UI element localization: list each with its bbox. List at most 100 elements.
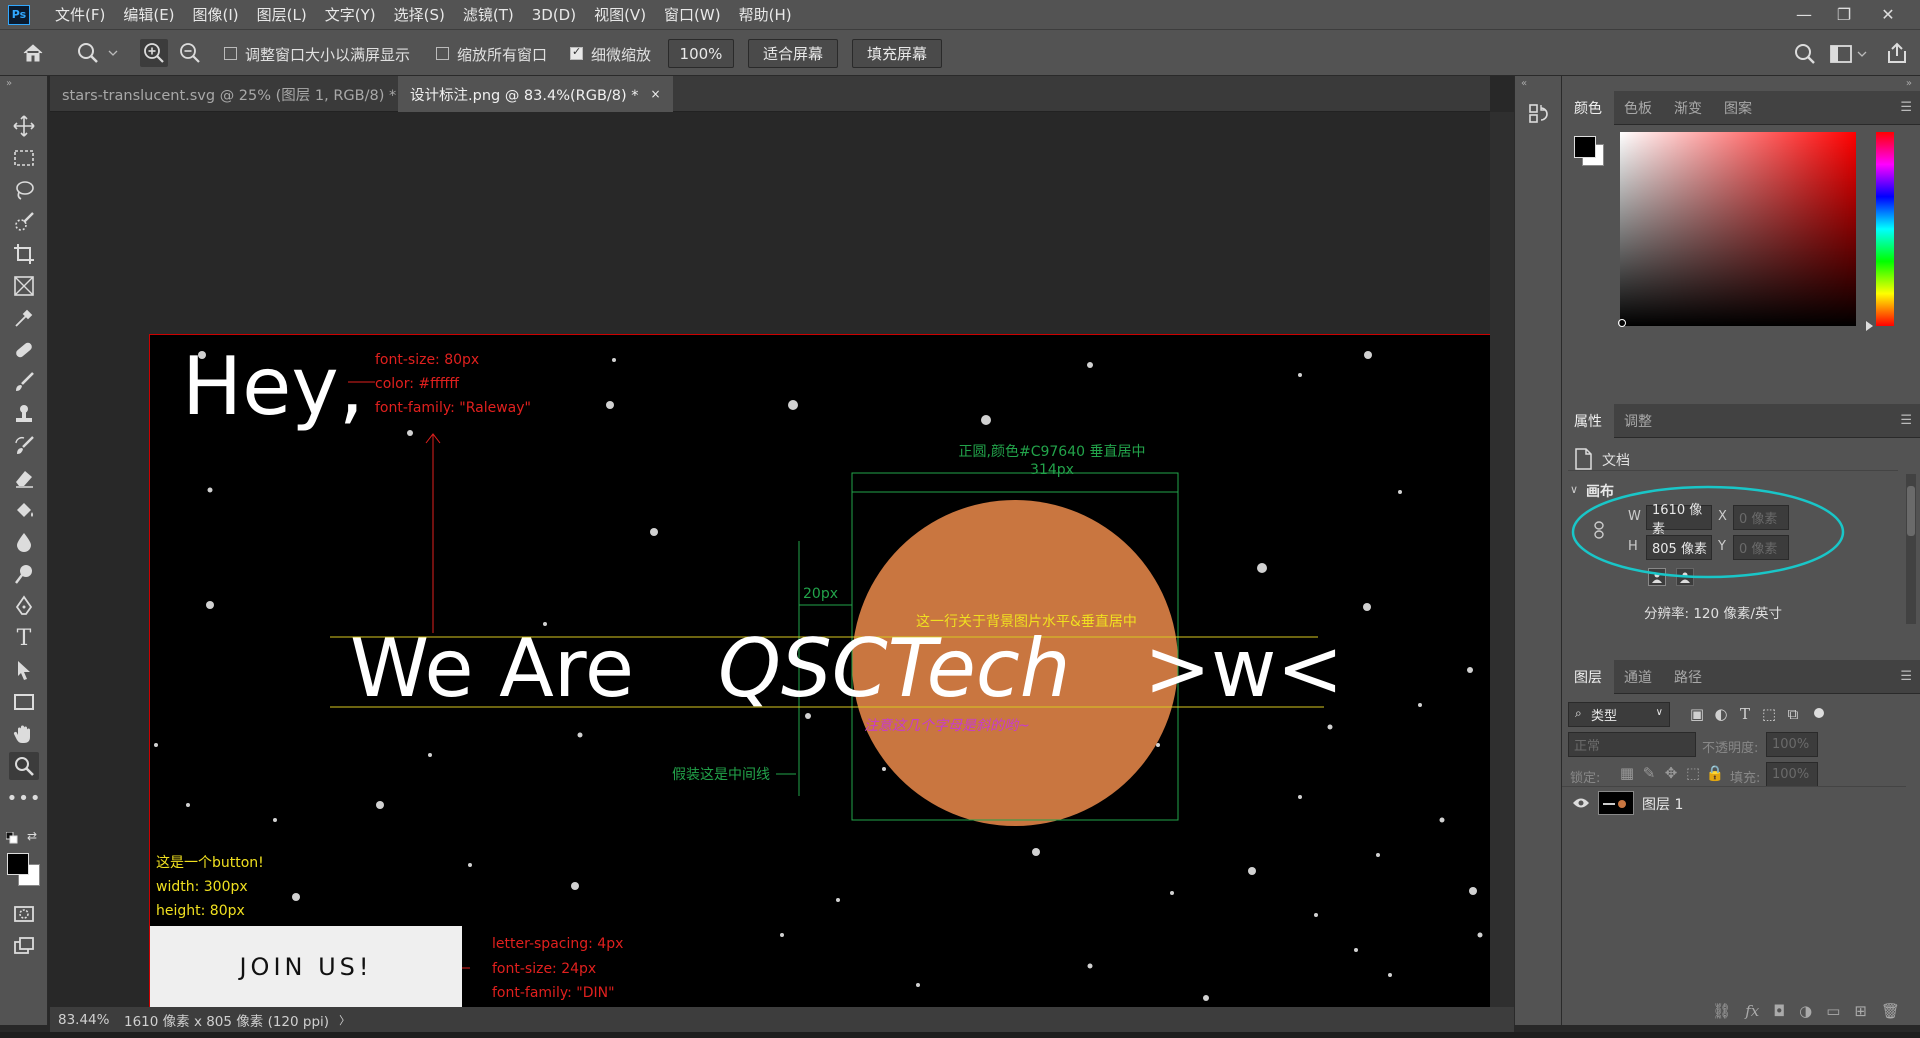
workspace-switcher-icon[interactable]: [1828, 41, 1868, 67]
layer-filter-select[interactable]: 类型 ⌕ ∨: [1568, 702, 1670, 727]
default-colors-icon[interactable]: [5, 830, 18, 844]
menu-file[interactable]: 文件(F): [46, 4, 114, 25]
layer-row[interactable]: 图层 1: [1562, 787, 1906, 819]
collapse-panels-icon[interactable]: »: [1906, 78, 1912, 89]
share-icon[interactable]: [1884, 40, 1910, 66]
menu-view[interactable]: 视图(V): [585, 4, 655, 25]
history-panel-icon[interactable]: [1527, 102, 1551, 126]
fill-field[interactable]: 100%: [1766, 762, 1818, 787]
zoom-all-checkbox[interactable]: [436, 47, 449, 60]
minimize-button[interactable]: —: [1784, 0, 1824, 29]
menu-layer[interactable]: 图层(L): [248, 4, 316, 25]
resize-windows-checkbox[interactable]: [224, 47, 237, 60]
blur-tool-icon[interactable]: [9, 528, 39, 556]
new-layer-icon[interactable]: ⊞: [1854, 1002, 1867, 1020]
tab-paths[interactable]: 路径: [1662, 660, 1714, 694]
design-canvas[interactable]: Hey, font-size: 80px color: #ffffff font…: [149, 334, 1495, 1008]
clone-stamp-tool-icon[interactable]: [9, 400, 39, 428]
restore-button[interactable]: ❐: [1824, 0, 1864, 29]
hand-tool-icon[interactable]: [9, 720, 39, 748]
close-tab-icon[interactable]: ×: [651, 87, 661, 101]
tab-layers[interactable]: 图层: [1562, 660, 1614, 694]
filter-type-icon[interactable]: T: [1736, 705, 1754, 723]
menu-3d[interactable]: 3D(D): [523, 6, 585, 24]
quick-mask-icon[interactable]: [9, 900, 39, 928]
blend-mode-select[interactable]: 正常: [1568, 732, 1696, 757]
fx-icon[interactable]: fx: [1745, 1002, 1759, 1020]
lock-image-icon[interactable]: ✎: [1640, 764, 1658, 782]
eye-icon[interactable]: [1572, 795, 1590, 811]
scrubby-zoom-checkbox[interactable]: [570, 45, 583, 60]
add-mask-icon[interactable]: ◘: [1773, 1002, 1785, 1020]
hue-slider-handle[interactable]: [1866, 321, 1873, 331]
fg-color-swatch[interactable]: [1574, 136, 1596, 158]
new-group-icon[interactable]: ▭: [1826, 1002, 1840, 1020]
tab-stars-translucent[interactable]: stars-translucent.svg @ 25% (图层 1, RGB/8…: [50, 76, 430, 112]
filter-pixel-icon[interactable]: ▣: [1688, 705, 1706, 723]
swap-colors-icon[interactable]: ⇄: [27, 829, 41, 843]
home-icon[interactable]: [20, 40, 46, 66]
zoom-in-icon[interactable]: [140, 39, 168, 67]
menu-filter[interactable]: 滤镜(T): [454, 4, 523, 25]
paint-bucket-tool-icon[interactable]: [9, 496, 39, 524]
filter-toggle-icon[interactable]: [1814, 708, 1824, 718]
tab-patterns[interactable]: 图案: [1712, 91, 1764, 125]
menu-type[interactable]: 文字(Y): [316, 4, 385, 25]
properties-scrollbar[interactable]: [1906, 474, 1916, 624]
vertical-scrollbar[interactable]: [1490, 112, 1514, 1007]
filter-smart-object-icon[interactable]: ⧉: [1784, 705, 1802, 723]
type-tool-icon[interactable]: T: [9, 624, 39, 652]
path-selection-tool-icon[interactable]: [9, 656, 39, 684]
screen-mode-icon[interactable]: [9, 932, 39, 960]
close-window-button[interactable]: ✕: [1868, 0, 1908, 29]
hue-slider[interactable]: [1876, 132, 1894, 326]
lock-all-icon[interactable]: 🔒: [1706, 764, 1725, 782]
panel-menu-icon[interactable]: ☰: [1900, 669, 1912, 684]
tab-gradients[interactable]: 渐变: [1662, 91, 1714, 125]
tab-adjustments[interactable]: 调整: [1612, 404, 1664, 438]
zoom-tool-preset-icon[interactable]: [74, 38, 118, 68]
delete-layer-icon[interactable]: 🗑: [1881, 1002, 1900, 1020]
filter-adjustment-icon[interactable]: ◐: [1712, 705, 1730, 723]
layer-name[interactable]: 图层 1: [1642, 794, 1683, 814]
status-menu-arrow[interactable]: 〉: [339, 1012, 350, 1028]
adjustment-layer-icon[interactable]: ◑: [1799, 1002, 1812, 1020]
foreground-color-swatch[interactable]: [7, 853, 29, 875]
menu-help[interactable]: 帮助(H): [730, 4, 801, 25]
expand-dock-icon[interactable]: «: [1521, 78, 1527, 89]
history-brush-tool-icon[interactable]: [9, 432, 39, 460]
rectangle-tool-icon[interactable]: [9, 688, 39, 716]
tab-swatches[interactable]: 色板: [1612, 91, 1664, 125]
opacity-field[interactable]: 100%: [1766, 732, 1818, 757]
lock-artboard-icon[interactable]: ⬚: [1684, 764, 1702, 782]
zoom-tool-icon[interactable]: [9, 752, 39, 780]
dodge-tool-icon[interactable]: [9, 560, 39, 588]
color-picker-cursor[interactable]: [1618, 319, 1626, 327]
panel-menu-icon[interactable]: ☰: [1900, 100, 1912, 115]
move-tool-icon[interactable]: [9, 112, 39, 140]
eyedropper-tool-icon[interactable]: [9, 304, 39, 332]
lock-position-icon[interactable]: ✥: [1662, 764, 1680, 782]
panel-menu-icon[interactable]: ☰: [1900, 413, 1912, 428]
tab-color[interactable]: 颜色: [1562, 91, 1614, 125]
pen-tool-icon[interactable]: [9, 592, 39, 620]
marquee-tool-icon[interactable]: [9, 144, 39, 172]
brush-tool-icon[interactable]: [9, 368, 39, 396]
zoom-value-field[interactable]: 100%: [668, 39, 734, 68]
frame-tool-icon[interactable]: [9, 272, 39, 300]
fit-screen-button[interactable]: 适合屏幕: [748, 39, 838, 68]
fill-screen-button[interactable]: 填充屏幕: [852, 39, 942, 68]
menu-image[interactable]: 图像(I): [184, 4, 248, 25]
link-layers-icon[interactable]: ⛓: [1712, 1002, 1731, 1020]
tab-channels[interactable]: 通道: [1612, 660, 1664, 694]
color-picker-field[interactable]: [1620, 132, 1856, 326]
menu-edit[interactable]: 编辑(E): [114, 4, 183, 25]
quick-selection-tool-icon[interactable]: [9, 208, 39, 236]
lock-transparent-icon[interactable]: ▦: [1618, 764, 1636, 782]
search-icon[interactable]: [1792, 41, 1818, 67]
healing-brush-tool-icon[interactable]: [9, 336, 39, 364]
menu-select[interactable]: 选择(S): [385, 4, 454, 25]
menu-window[interactable]: 窗口(W): [655, 4, 730, 25]
eraser-tool-icon[interactable]: [9, 464, 39, 492]
status-zoom[interactable]: 83.44%: [58, 1012, 110, 1028]
